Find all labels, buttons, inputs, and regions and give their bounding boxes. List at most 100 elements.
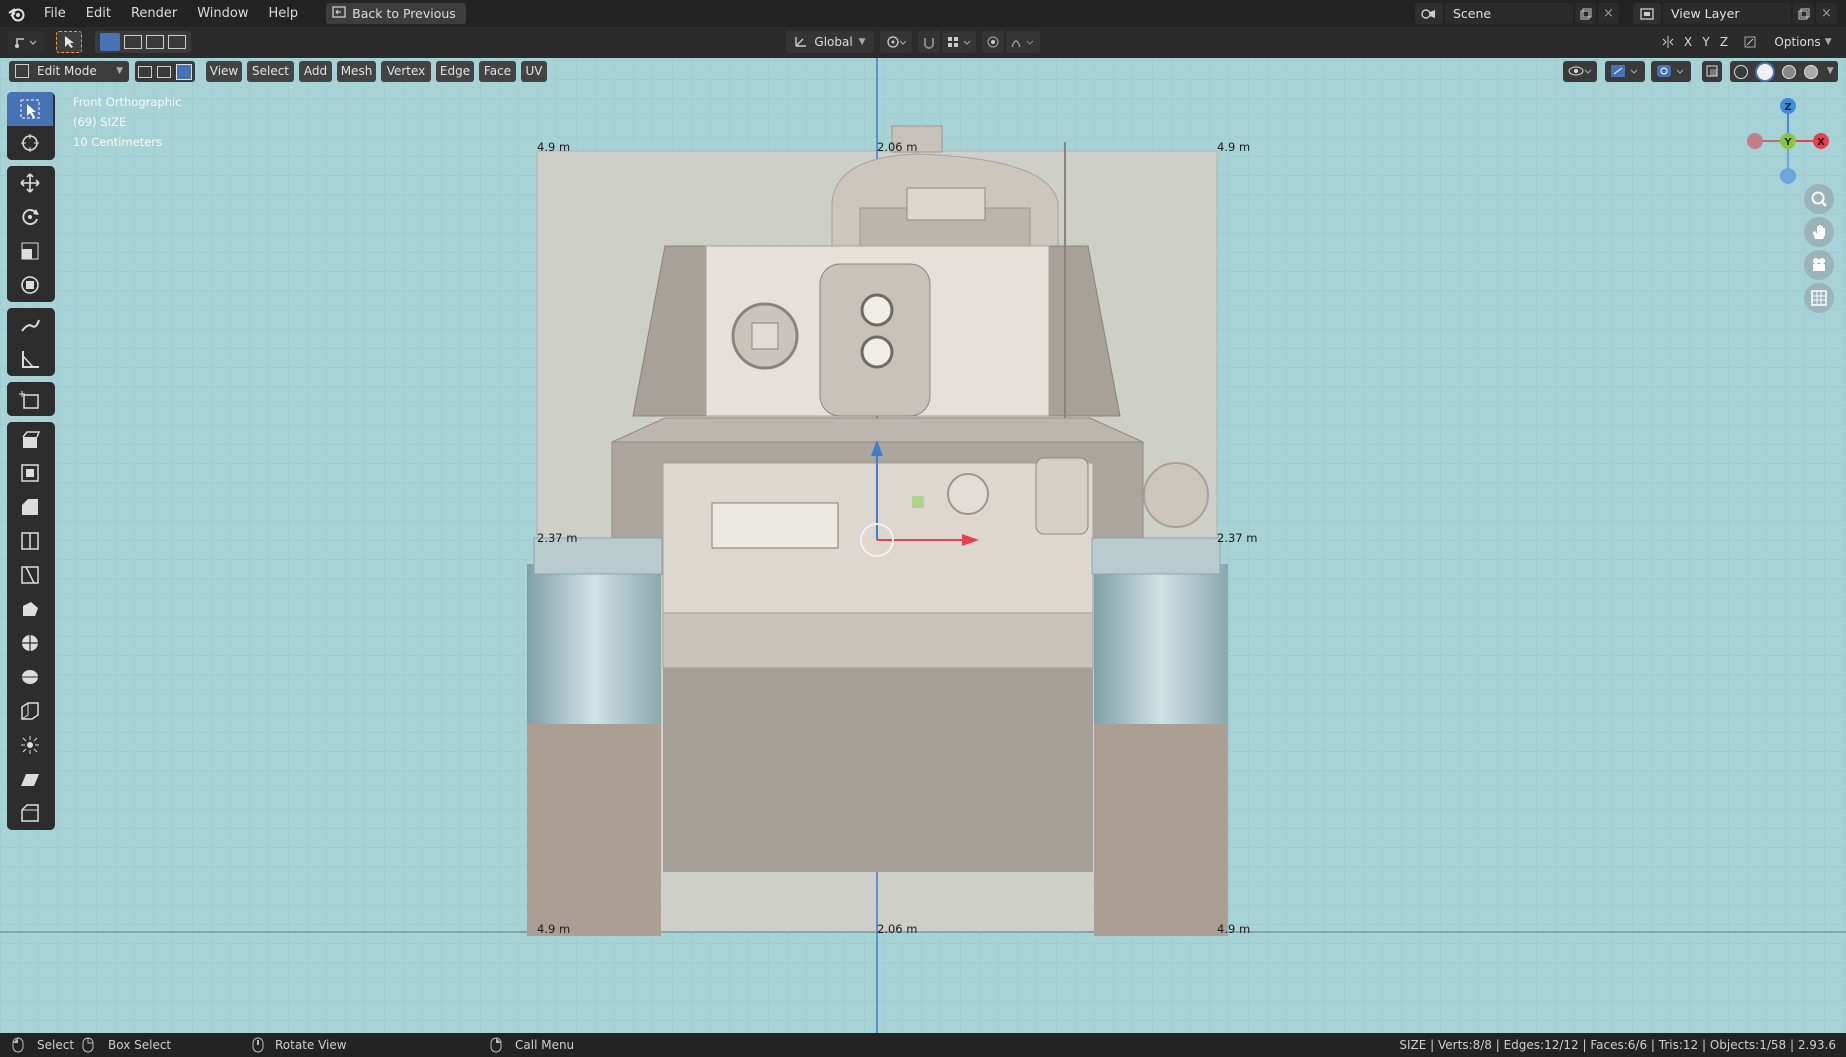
- mirror-x-toggle[interactable]: X: [1680, 31, 1696, 53]
- scale-tool[interactable]: [7, 234, 53, 268]
- perspective-toggle-icon[interactable]: [1804, 283, 1834, 313]
- 3d-viewport[interactable]: Edit Mode ▼ View Select Add Mesh Vertex …: [0, 58, 1846, 1033]
- zoom-icon[interactable]: [1804, 184, 1834, 214]
- scene-icon[interactable]: [1415, 3, 1443, 24]
- solid-shading-icon[interactable]: [1756, 63, 1773, 80]
- rip-tool[interactable]: [7, 796, 53, 830]
- move-icon: [20, 173, 40, 193]
- chevron-down-icon[interactable]: ▼: [1827, 61, 1834, 82]
- loop-cut-tool[interactable]: [7, 524, 53, 558]
- gizmo-y-label: Y: [1783, 137, 1792, 148]
- orientation-label: Global: [814, 35, 853, 49]
- shear-tool[interactable]: [7, 762, 53, 796]
- dimension-label: 2.37 m: [1217, 531, 1258, 545]
- extrude-tool[interactable]: [7, 422, 53, 456]
- new-view-layer-icon[interactable]: [1793, 3, 1814, 24]
- menu-vertex[interactable]: Vertex: [381, 61, 431, 82]
- transform-tool[interactable]: [7, 268, 53, 302]
- dimension-label: 2.06 m: [877, 140, 918, 154]
- vertex-select-icon[interactable]: [137, 65, 152, 78]
- xray-toggle-icon[interactable]: [1702, 61, 1722, 82]
- menu-edge[interactable]: Edge: [436, 61, 474, 82]
- viewport-scene: [0, 58, 1846, 1033]
- visibility-icon[interactable]: [1563, 61, 1597, 82]
- mirror-y-toggle[interactable]: Y: [1698, 31, 1714, 53]
- gizmo-neg-z-axis: [1780, 168, 1796, 184]
- bevel-tool[interactable]: [7, 490, 53, 524]
- new-scene-icon[interactable]: [1575, 3, 1596, 24]
- shear-icon: [21, 774, 39, 786]
- menu-edit[interactable]: Edit: [76, 0, 121, 27]
- inset-icon: [21, 464, 39, 482]
- poly-build-tool[interactable]: [7, 592, 53, 626]
- add-cube-tool[interactable]: [7, 382, 53, 416]
- face-select-icon[interactable]: [176, 63, 193, 80]
- cursor-tool[interactable]: [7, 126, 53, 160]
- knife-tool[interactable]: [7, 558, 53, 592]
- select-box-tool[interactable]: [7, 92, 53, 126]
- inset-tool[interactable]: [7, 456, 53, 490]
- snap-target-icon[interactable]: [942, 31, 976, 53]
- menu-window[interactable]: Window: [187, 0, 258, 27]
- transform-orientation-dropdown[interactable]: Global ▼: [786, 31, 874, 53]
- proportional-falloff-icon[interactable]: [1006, 31, 1040, 53]
- menu-mesh[interactable]: Mesh: [337, 61, 376, 82]
- status-rotate-view: Rotate View: [275, 1038, 347, 1052]
- snap-toggle-icon[interactable]: [918, 31, 940, 53]
- spin-tool[interactable]: [7, 626, 53, 660]
- editor-type-icon[interactable]: [8, 31, 44, 53]
- pivot-point-icon[interactable]: [880, 31, 912, 53]
- gizmo-toggle-icon[interactable]: [1605, 61, 1645, 82]
- blender-logo-icon[interactable]: [0, 0, 34, 27]
- orientation-axes-icon: [794, 34, 808, 51]
- measure-tool[interactable]: [7, 342, 53, 376]
- back-to-previous-button[interactable]: Back to Previous: [326, 3, 466, 24]
- edge-select-icon[interactable]: [156, 65, 171, 78]
- dimension-label: 4.9 m: [537, 922, 571, 936]
- options-dropdown[interactable]: Options ▼: [1768, 31, 1838, 53]
- mode-selector[interactable]: Edit Mode ▼: [9, 61, 129, 82]
- select-extend-icon[interactable]: [124, 35, 142, 49]
- delete-view-layer-icon[interactable]: ×: [1816, 3, 1837, 24]
- bevel-icon: [22, 499, 38, 515]
- menu-help[interactable]: Help: [259, 0, 309, 27]
- spin-icon: [22, 635, 38, 651]
- top-menu-bar: File Edit Render Window Help Back to Pre…: [0, 0, 1846, 27]
- view-layer-name-field[interactable]: View Layer: [1663, 3, 1791, 24]
- rotate-tool[interactable]: [7, 200, 53, 234]
- menu-face[interactable]: Face: [479, 61, 516, 82]
- overlays-toggle-icon[interactable]: [1651, 61, 1691, 82]
- scene-name-field[interactable]: Scene: [1445, 3, 1573, 24]
- mouse-middle-icon: [252, 1033, 264, 1057]
- camera-view-icon[interactable]: [1804, 250, 1834, 280]
- dimension-label: 4.9 m: [1217, 922, 1251, 936]
- move-tool[interactable]: [7, 166, 53, 200]
- navigation-gizmo[interactable]: Z X Y: [1740, 94, 1830, 184]
- rendered-shading-icon[interactable]: [1804, 64, 1819, 79]
- edge-slide-tool[interactable]: [7, 694, 53, 728]
- view-layer-icon[interactable]: [1633, 3, 1661, 24]
- select-subtract-icon[interactable]: [146, 35, 164, 49]
- auto-merge-icon[interactable]: [1740, 31, 1760, 53]
- select-invert-icon[interactable]: [168, 35, 186, 49]
- menu-select[interactable]: Select: [247, 61, 294, 82]
- delete-scene-icon[interactable]: ×: [1598, 3, 1619, 24]
- pan-hand-icon[interactable]: [1804, 217, 1834, 247]
- proportional-editing-icon[interactable]: [982, 31, 1004, 53]
- shrink-fatten-tool[interactable]: [7, 728, 53, 762]
- menu-render[interactable]: Render: [121, 0, 187, 27]
- select-new-icon[interactable]: [100, 33, 120, 51]
- menu-view[interactable]: View: [206, 61, 242, 82]
- wireframe-shading-icon[interactable]: [1734, 64, 1749, 79]
- smooth-tool[interactable]: [7, 660, 53, 694]
- menu-add[interactable]: Add: [299, 61, 332, 82]
- menu-uv[interactable]: UV: [521, 61, 547, 82]
- view-name-label: Front Orthographic: [73, 95, 182, 109]
- annotate-tool[interactable]: [7, 308, 53, 342]
- material-shading-icon[interactable]: [1781, 64, 1796, 79]
- options-label: Options: [1774, 35, 1821, 49]
- mirror-options-icon[interactable]: [1658, 31, 1678, 53]
- menu-file[interactable]: File: [34, 0, 76, 27]
- mirror-z-toggle[interactable]: Z: [1716, 31, 1732, 53]
- select-mode-tool-icon[interactable]: [56, 31, 82, 53]
